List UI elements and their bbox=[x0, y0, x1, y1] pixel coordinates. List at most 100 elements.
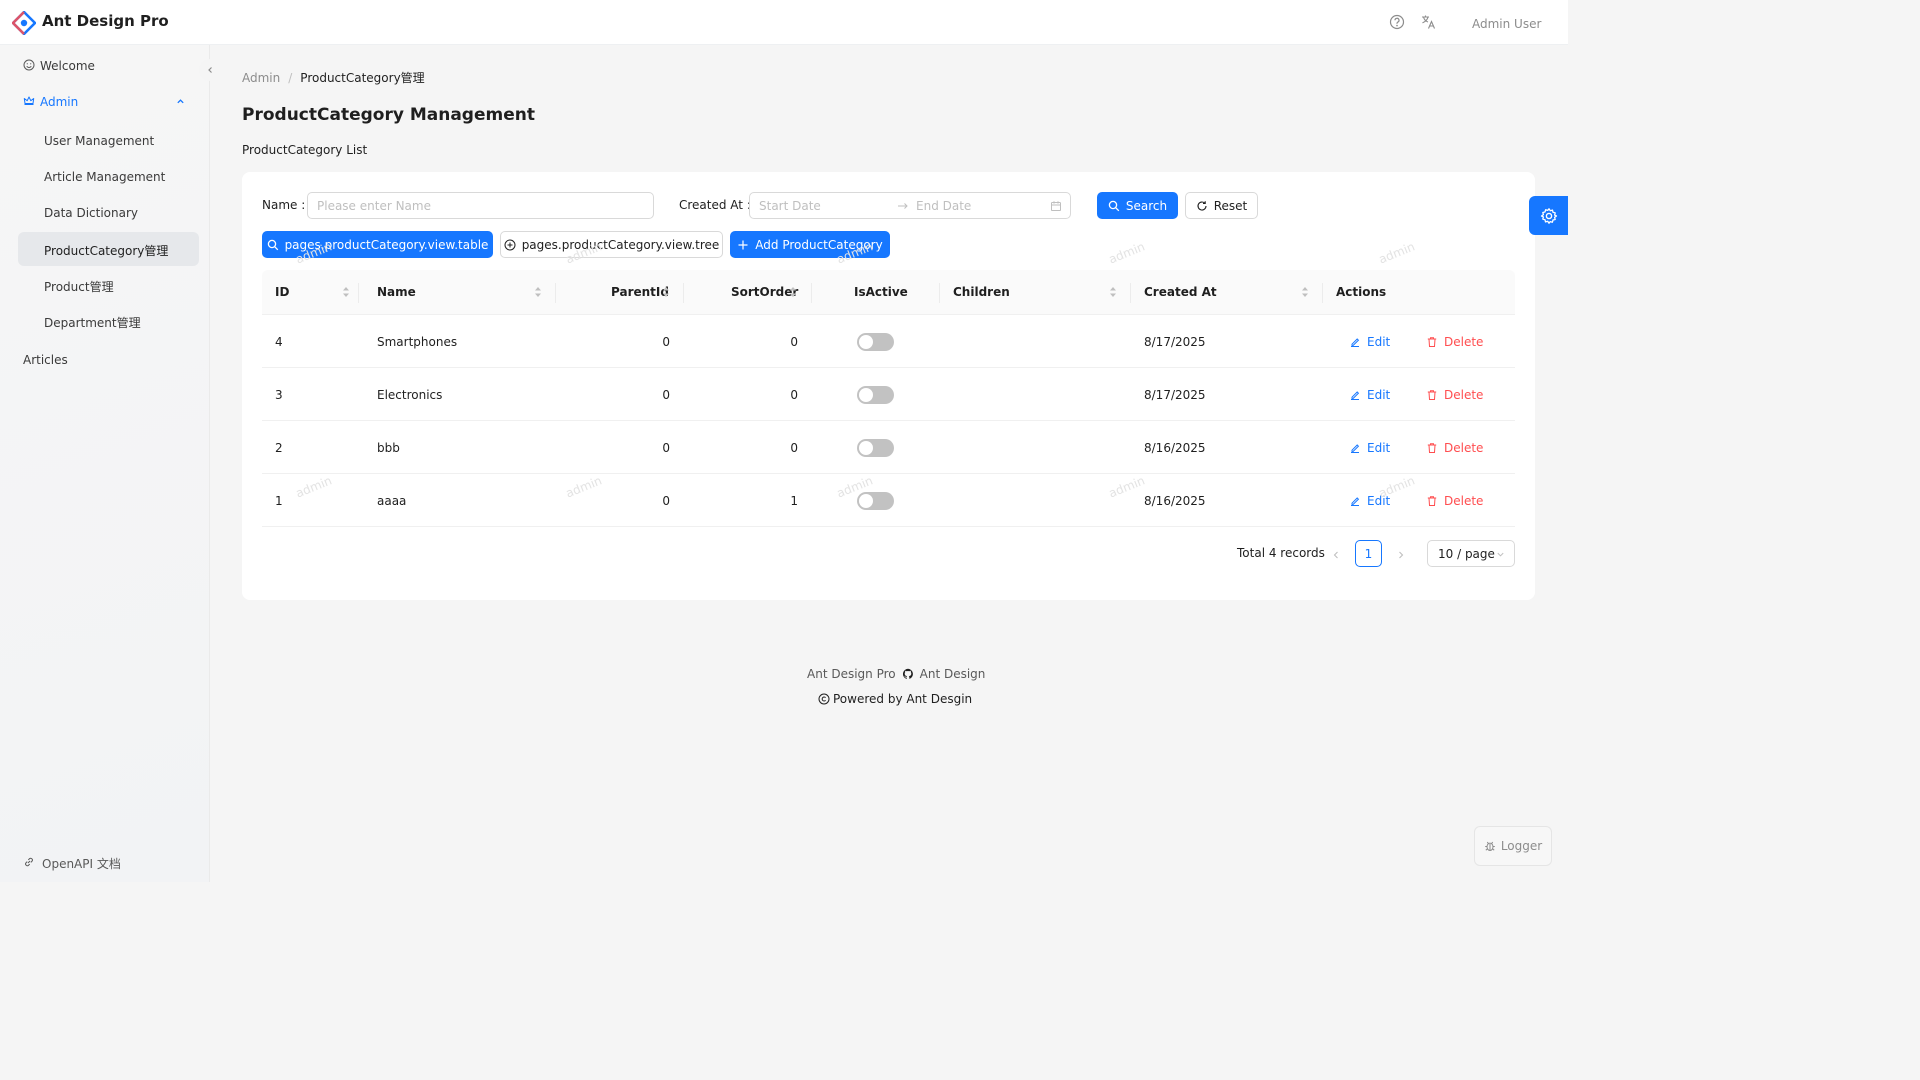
add-productcategory-button[interactable]: Add ProductCategory bbox=[730, 231, 890, 258]
cell-id: 2 bbox=[275, 441, 283, 455]
table-view-button[interactable]: pages.productCategory.view.table bbox=[262, 231, 493, 258]
created-at-range-picker[interactable]: Start Date End Date bbox=[749, 192, 1071, 219]
sort-icon[interactable] bbox=[1109, 285, 1117, 299]
column-header-name[interactable]: Name bbox=[377, 285, 416, 299]
page-size-select[interactable]: 10 / page bbox=[1427, 540, 1515, 567]
cell-id: 3 bbox=[275, 388, 283, 402]
footer-copyright: Powered by Ant Desgin bbox=[818, 692, 972, 706]
column-header-actions: Actions bbox=[1336, 285, 1387, 299]
column-divider bbox=[939, 283, 940, 303]
edit-label: Edit bbox=[1367, 335, 1391, 349]
chevron-left-icon bbox=[208, 67, 212, 73]
edit-icon bbox=[1351, 444, 1360, 453]
chevron-down-icon bbox=[1497, 552, 1504, 557]
cell-created-at: 8/16/2025 bbox=[1144, 494, 1206, 508]
end-date-placeholder[interactable]: End Date bbox=[916, 199, 971, 213]
sidebar-item-label: Welcome bbox=[40, 59, 95, 73]
column-divider bbox=[358, 283, 359, 303]
sidebar-item-label: Article Management bbox=[44, 170, 166, 184]
column-header-children[interactable]: Children bbox=[953, 285, 1010, 299]
cell-parentid: 0 bbox=[662, 388, 670, 402]
column-header-parentid[interactable]: ParentId bbox=[611, 285, 669, 299]
sort-icon[interactable] bbox=[534, 285, 542, 299]
sidebar-item-article-management[interactable]: Article Management bbox=[18, 160, 199, 194]
cell-created-at: 8/17/2025 bbox=[1144, 335, 1206, 349]
delete-icon bbox=[1427, 496, 1437, 506]
search-button-label: Search bbox=[1125, 198, 1168, 213]
ant-design-logo-icon[interactable] bbox=[12, 11, 36, 35]
sort-icon[interactable] bbox=[662, 285, 670, 299]
cell-id: 4 bbox=[275, 335, 283, 349]
logger-button[interactable]: Logger bbox=[1474, 826, 1552, 866]
gear-icon bbox=[1540, 207, 1557, 224]
search-button[interactable]: Search bbox=[1097, 192, 1178, 219]
reload-icon bbox=[1197, 200, 1207, 211]
edit-button[interactable]: Edit bbox=[1349, 388, 1390, 402]
sidebar-item-department[interactable]: Department管理 bbox=[18, 304, 199, 338]
column-divider bbox=[1322, 283, 1323, 303]
sidebar-item-admin[interactable]: Admin bbox=[0, 85, 210, 119]
chevron-left-icon[interactable] bbox=[1331, 550, 1341, 560]
sort-icon[interactable] bbox=[789, 285, 797, 299]
sidebar-item-product[interactable]: Product管理 bbox=[18, 268, 199, 302]
bug-icon bbox=[1485, 841, 1495, 852]
pagination-page-current[interactable]: 1 bbox=[1355, 540, 1382, 567]
question-circle-icon[interactable] bbox=[1389, 14, 1405, 30]
cell-parentid: 0 bbox=[662, 335, 670, 349]
cell-created-at: 8/17/2025 bbox=[1144, 388, 1206, 402]
delete-label: Delete bbox=[1444, 335, 1484, 349]
translate-icon[interactable] bbox=[1420, 14, 1436, 30]
footer-link-ant-design-pro[interactable]: Ant Design Pro bbox=[807, 667, 896, 681]
name-search-input[interactable]: Please enter Name bbox=[307, 192, 654, 219]
edit-button[interactable]: Edit bbox=[1349, 335, 1390, 349]
sidebar-item-user-management[interactable]: User Management bbox=[18, 124, 199, 158]
delete-label: Delete bbox=[1444, 388, 1484, 402]
tree-view-button[interactable]: pages.productCategory.view.tree bbox=[500, 231, 723, 258]
page-title: ProductCategory Management bbox=[242, 105, 535, 125]
reset-button[interactable]: Reset bbox=[1185, 192, 1258, 219]
isactive-switch[interactable] bbox=[857, 333, 894, 351]
delete-button[interactable]: Delete bbox=[1426, 441, 1483, 455]
isactive-switch[interactable] bbox=[857, 386, 894, 404]
footer-copyright-text: Powered by Ant Desgin bbox=[833, 692, 973, 706]
chevron-right-icon[interactable] bbox=[1396, 550, 1406, 560]
column-header-id[interactable]: ID bbox=[275, 285, 289, 299]
sidebar-item-label: Product管理 bbox=[44, 280, 114, 294]
sidebar-item-label: User Management bbox=[44, 134, 155, 148]
search-icon bbox=[1108, 200, 1120, 211]
user-menu[interactable]: Admin User bbox=[1472, 17, 1541, 31]
sidebar-item-productcategory[interactable]: ProductCategory管理 bbox=[18, 232, 199, 266]
sidebar-item-data-dictionary[interactable]: Data Dictionary bbox=[18, 196, 199, 230]
sidebar-item-welcome[interactable]: Welcome bbox=[0, 49, 210, 83]
cell-sortorder: 0 bbox=[790, 335, 798, 349]
edit-button[interactable]: Edit bbox=[1349, 441, 1390, 455]
github-icon[interactable] bbox=[902, 668, 914, 680]
delete-button[interactable]: Delete bbox=[1426, 335, 1483, 349]
isactive-switch[interactable] bbox=[857, 439, 894, 457]
edit-label: Edit bbox=[1367, 441, 1391, 455]
cell-parentid: 0 bbox=[662, 494, 670, 508]
delete-icon bbox=[1427, 443, 1437, 453]
footer-link-ant-design[interactable]: Ant Design bbox=[920, 667, 986, 681]
page-subtitle: ProductCategory List bbox=[242, 143, 368, 157]
edit-button[interactable]: Edit bbox=[1349, 494, 1390, 508]
breadcrumb-admin[interactable]: Admin bbox=[242, 71, 280, 85]
footer-links: Ant Design Pro Ant Design bbox=[807, 667, 985, 681]
start-date-placeholder[interactable]: Start Date bbox=[759, 199, 821, 213]
settings-drawer-button[interactable] bbox=[1529, 196, 1568, 235]
app-brand[interactable]: Ant Design Pro bbox=[42, 12, 169, 30]
reset-button-label: Reset bbox=[1213, 198, 1248, 213]
delete-button[interactable]: Delete bbox=[1426, 494, 1483, 508]
cell-name: bbb bbox=[377, 441, 400, 455]
openapi-docs-link[interactable]: OpenAPI 文档 bbox=[0, 852, 210, 874]
sort-icon[interactable] bbox=[1301, 285, 1309, 299]
isactive-switch[interactable] bbox=[857, 492, 894, 510]
sort-icon[interactable] bbox=[342, 285, 350, 299]
delete-button[interactable]: Delete bbox=[1426, 388, 1483, 402]
cell-parentid: 0 bbox=[662, 441, 670, 455]
table-card: Name : Please enter Name Created At : St… bbox=[242, 172, 1535, 600]
breadcrumb-current: ProductCategory管理 bbox=[300, 71, 425, 85]
sidebar-collapse-button[interactable] bbox=[199, 59, 221, 81]
sidebar-item-articles[interactable]: Articles bbox=[0, 343, 210, 377]
column-header-created-at[interactable]: Created At bbox=[1144, 285, 1217, 299]
